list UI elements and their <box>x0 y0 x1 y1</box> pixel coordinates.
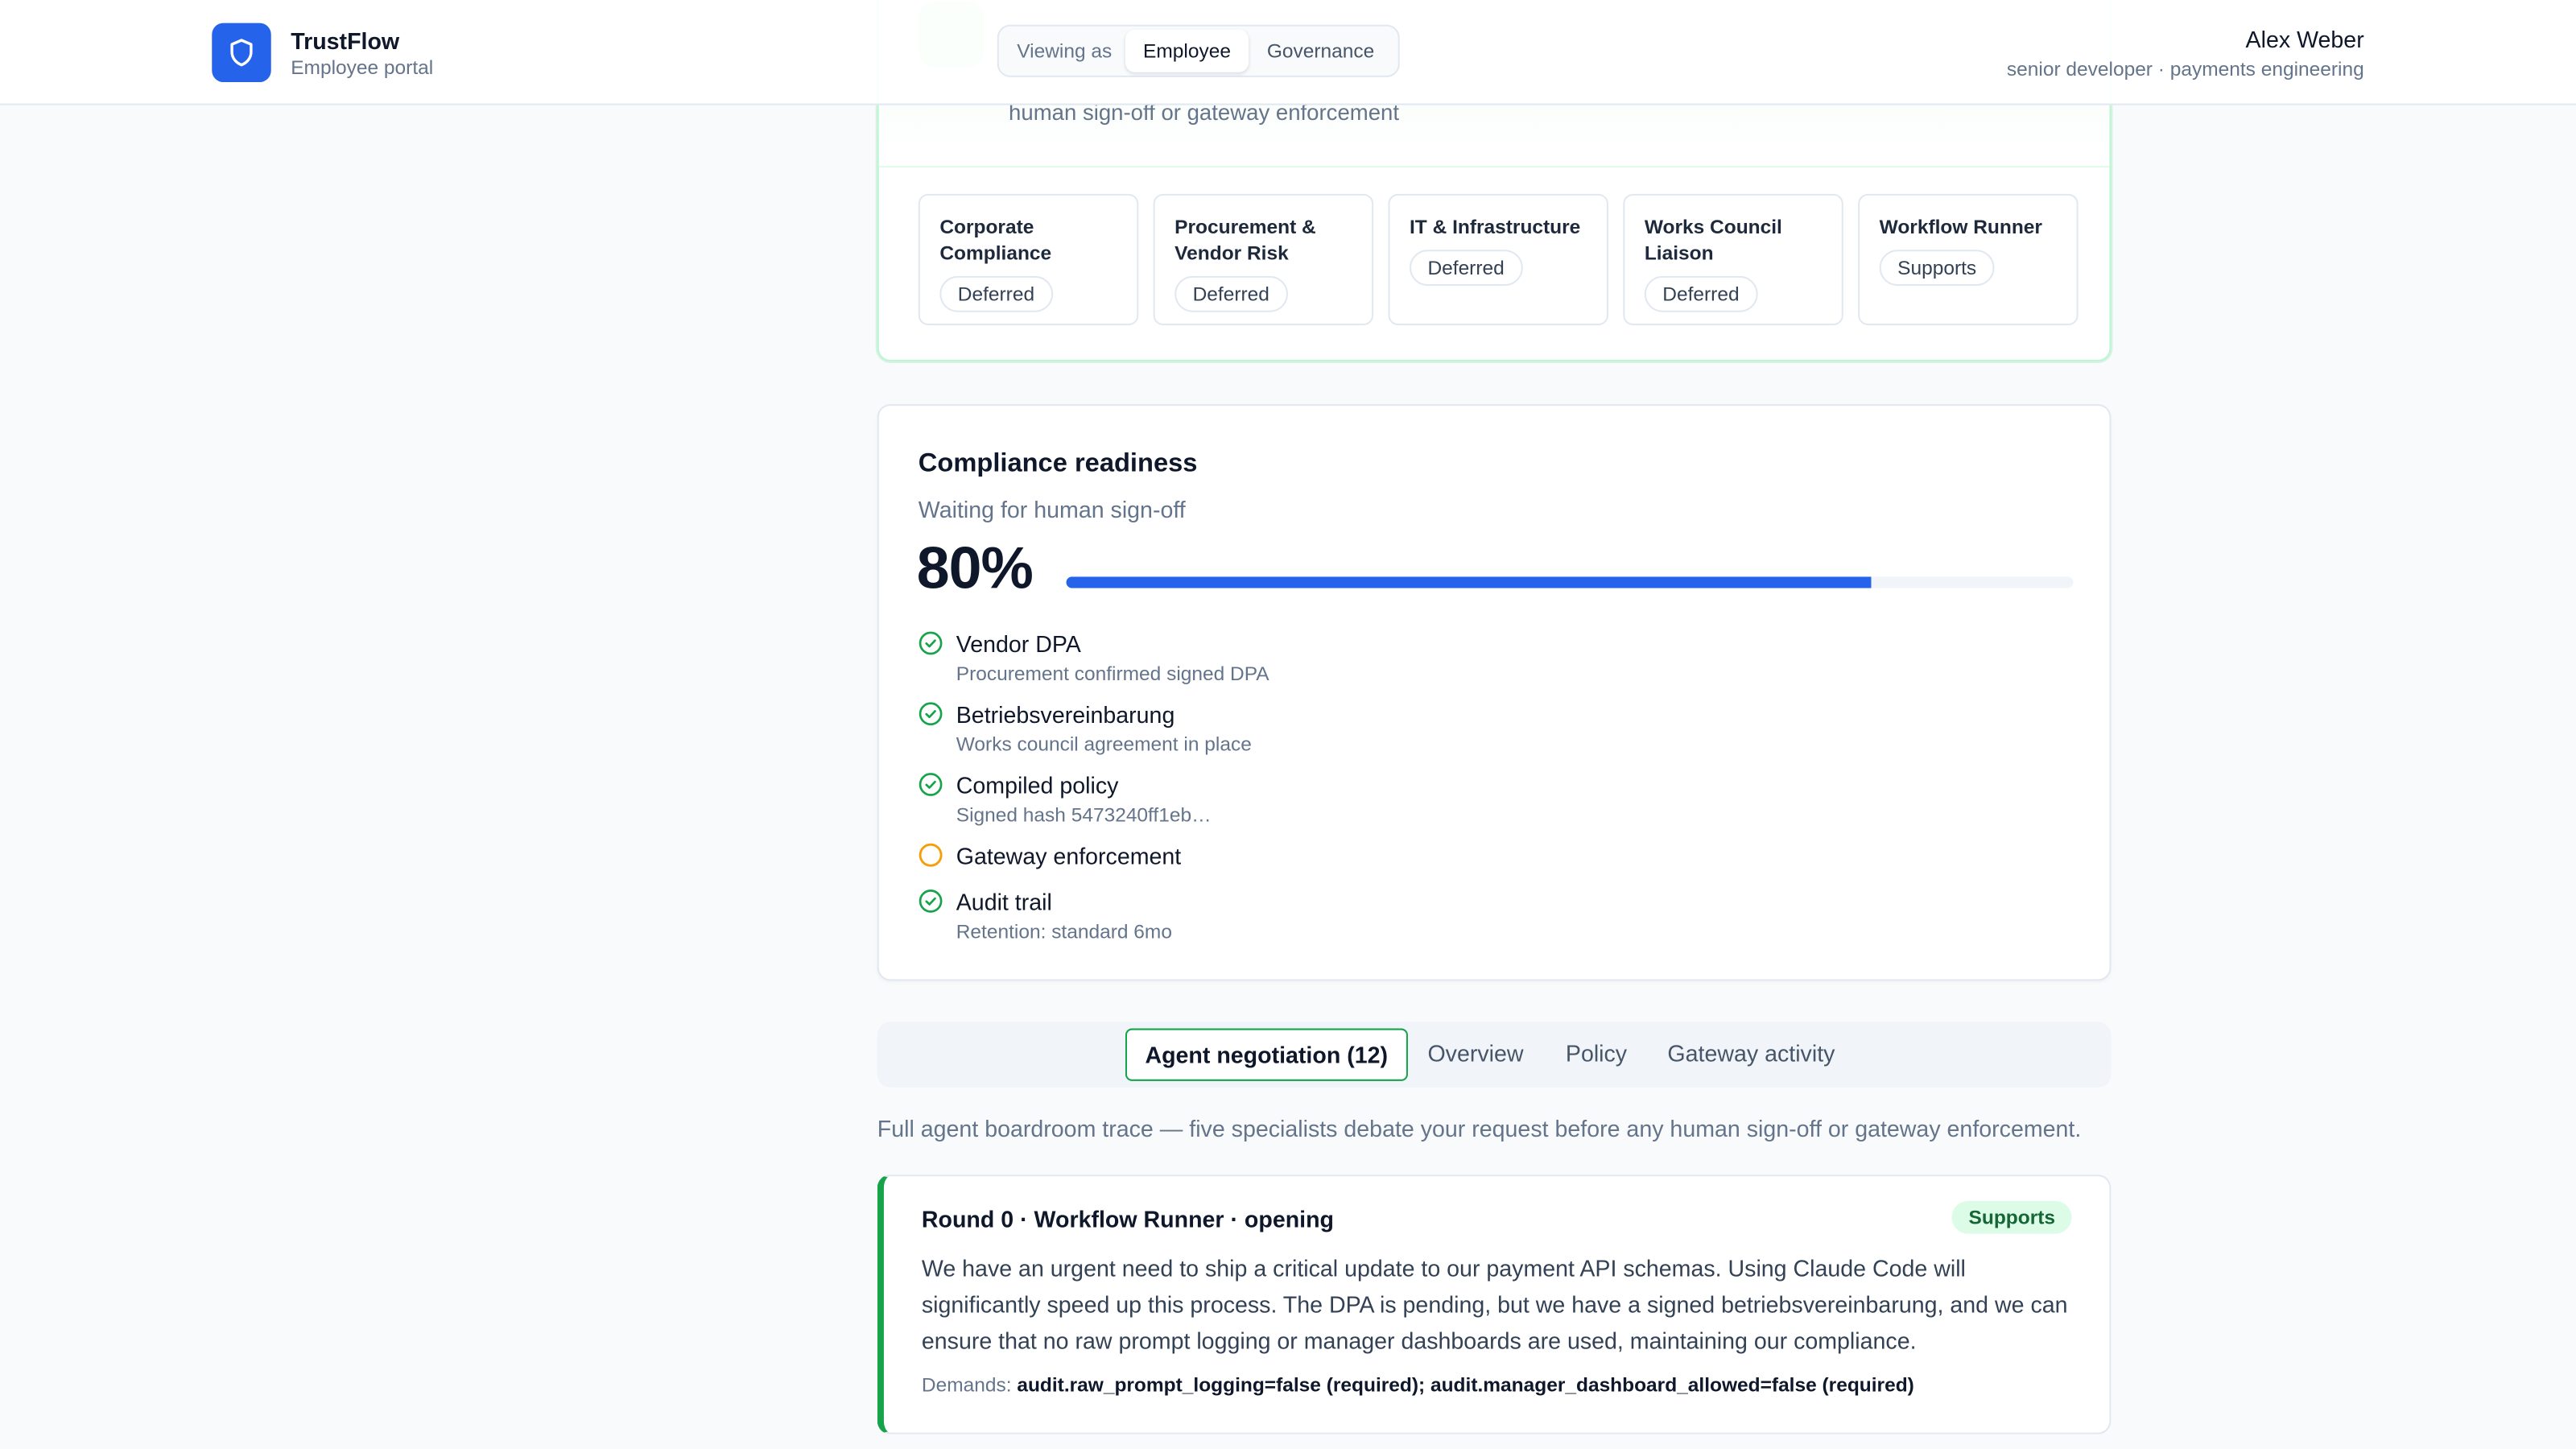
tab-agent-negotiation[interactable]: Agent negotiation (12) <box>1125 1028 1408 1081</box>
round-message: We have an urgent need to ship a critica… <box>921 1255 2068 1354</box>
compliance-readiness-card: Compliance readiness Waiting for human s… <box>877 404 2112 981</box>
agent-card[interactable]: Procurement & Vendor Risk Deferred <box>1153 193 1374 326</box>
demands-label: Demands: <box>921 1373 1018 1397</box>
pending-circle-icon <box>919 843 943 867</box>
checklist-label: Gateway enforcement <box>956 842 1182 869</box>
check-circle-icon <box>919 890 943 913</box>
checklist-detail: Signed hash 5473240ff1eb… <box>956 803 1212 827</box>
checklist-item-audit-trail: Audit trail Retention: standard 6mo <box>919 887 1269 958</box>
agent-name: Workflow Runner <box>1879 215 2042 238</box>
compliance-checklist: Vendor DPA Procurement confirmed signed … <box>919 630 1269 958</box>
stance-badge: Supports <box>1952 1200 2072 1234</box>
compliance-subtitle: Waiting for human sign-off <box>918 496 1186 522</box>
brand-name: TrustFlow <box>291 27 400 55</box>
agent-card[interactable]: IT & Infrastructure Deferred <box>1388 193 1608 326</box>
view-option-employee[interactable]: Employee <box>1125 29 1249 72</box>
top-bar: TrustFlow Employee portal Viewing as Emp… <box>0 0 2576 105</box>
checklist-item-compiled-policy: Compiled policy Signed hash 5473240ff1eb… <box>919 770 1269 841</box>
tab-overview[interactable]: Overview <box>1427 1029 1523 1081</box>
agent-status-badge: Deferred <box>1644 275 1758 312</box>
demands-value: audit.raw_prompt_logging=false (required… <box>1017 1373 1914 1397</box>
checklist-label: Audit trail <box>956 889 1052 915</box>
checklist-detail: Procurement confirmed signed DPA <box>956 662 1269 686</box>
shield-icon <box>212 23 271 83</box>
checklist-item-betriebsvereinbarung: Betriebsvereinbarung Works council agree… <box>919 700 1269 770</box>
check-circle-icon <box>919 631 943 655</box>
agent-card[interactable]: Works Council Liaison Deferred <box>1623 193 1843 326</box>
round-title: Round 0 · Workflow Runner · opening <box>921 1205 1335 1232</box>
checklist-label: Vendor DPA <box>956 630 1081 658</box>
checklist-detail: Retention: standard 6mo <box>956 919 1172 943</box>
negotiation-round-card: Round 0 · Workflow Runner · opening Supp… <box>877 1174 2112 1435</box>
checklist-label: Compiled policy <box>956 772 1119 799</box>
tab-description: Full agent boardroom trace — five specia… <box>877 1115 2082 1142</box>
view-option-governance[interactable]: Governance <box>1249 30 1392 72</box>
compliance-progress-bar <box>1066 576 2074 588</box>
check-circle-icon <box>919 773 943 796</box>
tab-policy[interactable]: Policy <box>1566 1029 1627 1081</box>
tab-gateway-activity[interactable]: Gateway activity <box>1667 1029 1835 1081</box>
page: human sign-off or gateway enforcement Co… <box>0 0 2576 1449</box>
check-circle-icon <box>919 702 943 726</box>
round-demands: Demands: audit.raw_prompt_logging=false … <box>922 1373 1914 1397</box>
compliance-progress-fill <box>1066 576 1872 588</box>
brand-subtitle: Employee portal <box>291 56 434 79</box>
compliance-title: Compliance readiness <box>918 450 1198 478</box>
user-name: Alex Weber <box>2245 26 2364 53</box>
agent-name: Works Council Liaison <box>1644 215 1782 265</box>
checklist-detail: Works council agreement in place <box>956 733 1252 756</box>
agent-status-badge: Supports <box>1879 250 1995 287</box>
agent-name: Procurement & Vendor Risk <box>1174 215 1316 265</box>
agent-status-badge: Deferred <box>939 275 1053 312</box>
agent-card[interactable]: Corporate Compliance Deferred <box>918 193 1139 326</box>
checklist-item-gateway-enforcement: Gateway enforcement <box>919 841 1269 887</box>
agent-name: Corporate Compliance <box>939 215 1052 265</box>
agent-card[interactable]: Workflow Runner Supports <box>1858 193 2079 326</box>
agent-status-badge: Deferred <box>1174 275 1288 312</box>
user-info[interactable]: Alex Weber senior developer · payments e… <box>2007 25 2364 82</box>
brand[interactable]: TrustFlow Employee portal <box>212 23 434 83</box>
agent-status-badge: Deferred <box>1410 250 1523 287</box>
checklist-label: Betriebsvereinbarung <box>956 701 1175 729</box>
compliance-percent: 80% <box>916 534 1034 601</box>
viewing-as-label: Viewing as <box>1017 39 1113 63</box>
checklist-item-vendor-dpa: Vendor DPA Procurement confirmed signed … <box>919 630 1269 700</box>
agent-status-grid: Corporate Compliance Deferred Procuremen… <box>918 193 2079 326</box>
agent-name: IT & Infrastructure <box>1410 215 1581 238</box>
user-role: senior developer · payments engineering <box>2006 57 2364 80</box>
view-switcher: Viewing as Employee Governance <box>997 24 1399 77</box>
detail-tabs: Agent negotiation (12) Overview Policy G… <box>877 1022 2112 1088</box>
